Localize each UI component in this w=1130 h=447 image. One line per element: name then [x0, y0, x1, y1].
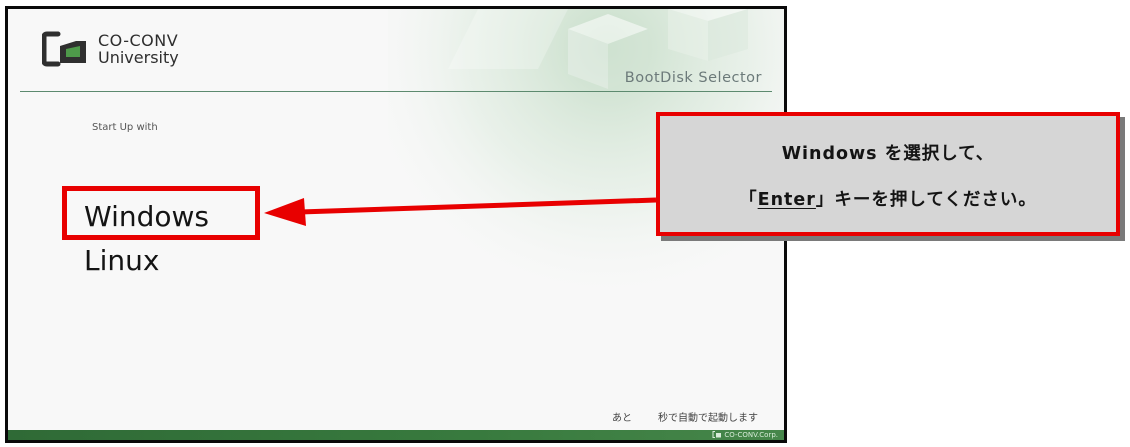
instruction-callout: Windows を選択して、 「Enter」キーを押してください。	[656, 112, 1120, 236]
footer-brand: CO-CONV.Corp.	[712, 430, 778, 440]
countdown-suffix: 秒で自動で起動します	[658, 413, 758, 424]
header-divider	[20, 91, 772, 92]
callout-bracket-open: 「	[739, 190, 758, 210]
boot-option-linux[interactable]: Linux	[84, 239, 209, 283]
enter-key-label: Enter	[757, 190, 816, 210]
brand-line1: CO-CONV	[98, 30, 179, 50]
brand-line2: University	[98, 47, 179, 67]
brand-logo: CO-CONV University	[42, 31, 179, 67]
brand-name: CO-CONV University	[98, 30, 179, 67]
co-conv-small-logo-icon	[712, 431, 722, 438]
startup-label: Start Up with	[92, 122, 158, 133]
countdown-prefix: あと	[612, 413, 632, 424]
windows-highlight-box	[62, 186, 260, 240]
footer-brand-text: CO-CONV.Corp.	[724, 431, 778, 439]
footer-bar: CO-CONV.Corp.	[8, 430, 784, 440]
selector-title: BootDisk Selector	[624, 70, 762, 86]
callout-line1: Windows を選択して、	[781, 144, 995, 164]
countdown-text: あと 秒で自動で起動します	[612, 409, 758, 424]
callout-line2: 「Enter」キーを押してください。	[660, 186, 1116, 211]
callout-line2-rest: 」キーを押してください。	[815, 190, 1037, 210]
co-conv-logo-icon	[42, 31, 86, 67]
